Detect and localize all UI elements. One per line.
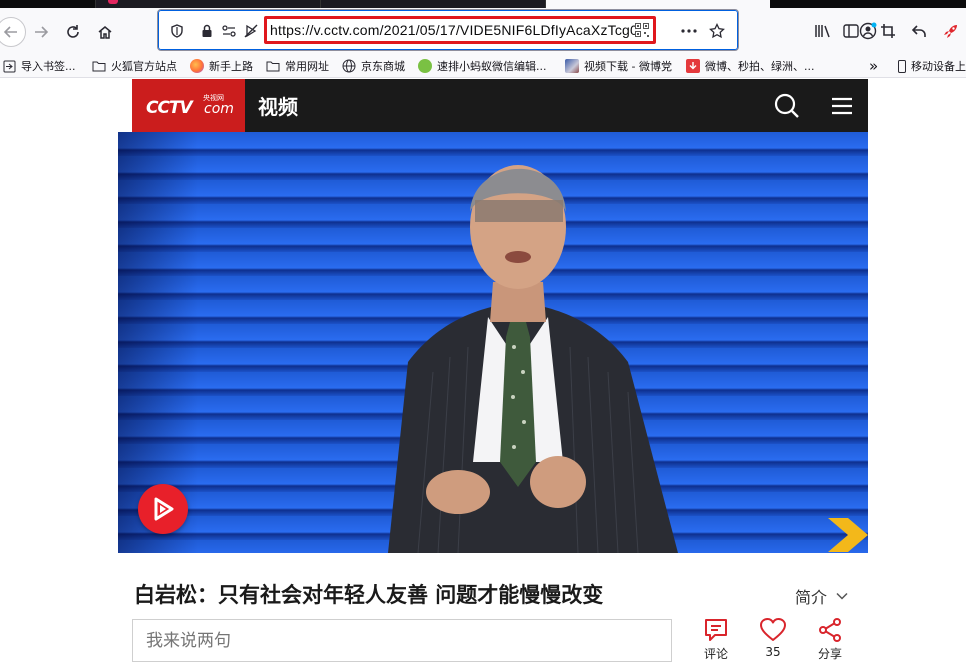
comment-input-box[interactable] [132,619,672,662]
bookmark-import[interactable]: 导入书签... [2,57,76,75]
ant-icon [418,59,432,73]
bookmarks-toolbar: 导入书签... 火狐官方站点 新手上路 常用网址 京东商城 速排小蚂蚁微信编辑.… [0,54,966,78]
menu-button[interactable] [827,91,857,121]
search-icon [774,93,799,118]
back-arrow-icon [3,26,17,38]
navigation-toolbar: https://v.cctv.com/2021/05/17/VIDE5NIF6L… [0,8,966,54]
site-icon [565,59,579,73]
bookmark-mobile[interactable]: 移动设备上 [897,57,966,75]
chevron-double-right-icon: » [869,57,879,75]
bookmark-star-icon[interactable] [708,22,726,40]
forward-arrow-icon [35,26,49,38]
undo-close-button[interactable] [906,18,932,44]
bookmark-label: 新手上路 [209,60,253,73]
comment-icon [705,619,727,641]
bookmarks-overflow-button[interactable]: » [869,57,878,75]
bookmark-getting-started[interactable]: 新手上路 [190,57,253,75]
url-bar[interactable]: https://v.cctv.com/2021/05/17/VIDE5NIF6L… [157,9,739,51]
intro-label: 简介 [795,588,828,607]
search-button[interactable] [772,91,802,121]
browser-tab[interactable] [320,0,545,8]
shield-icon[interactable] [168,22,186,40]
bookmark-weibo[interactable]: 微博、秒拍、绿洲、... [686,57,815,75]
bookmark-label: 常用网址 [285,60,329,73]
browser-tab[interactable] [95,0,320,8]
bookmark-label: 火狐官方站点 [111,60,177,73]
tab-strip [0,0,966,8]
reload-button[interactable] [60,19,86,45]
bookmark-common-sites[interactable]: 常用网址 [266,57,329,75]
play-icon [154,497,174,521]
lock-icon[interactable] [198,22,216,40]
logo-com-text: com [204,101,234,117]
globe-icon [342,59,356,73]
bookmark-label: 京东商城 [361,60,405,73]
share-button[interactable]: 分享 [808,617,852,662]
extension-button[interactable] [938,18,964,44]
screenshot-button[interactable] [875,18,901,44]
like-button[interactable]: 35 [751,617,795,659]
home-button[interactable] [92,19,118,45]
bookmark-label: 微博、秒拍、绿洲、... [705,60,815,73]
heart-icon [760,618,786,641]
comment-input[interactable] [133,620,671,661]
download-icon [686,59,700,73]
library-button-spacer [811,18,837,44]
url-highlight-annotation: https://v.cctv.com/2021/05/17/VIDE5NIF6L… [264,16,656,44]
intro-toggle[interactable]: 简介 [795,584,849,608]
site-header: CCTV 央视网 com 视频 [132,79,868,132]
like-count: 35 [765,645,781,659]
page-actions-icon[interactable] [680,22,698,40]
channel-play-badge[interactable] [138,484,188,534]
hamburger-menu-icon [832,97,852,115]
bookmark-jd[interactable]: 京东商城 [342,57,405,75]
bookmark-label: 移动设备上 [911,60,966,73]
video-player[interactable] [118,132,868,553]
import-icon [2,59,16,73]
bookmark-label: 视频下载 - 微博党 [584,60,672,73]
web-page: CCTV 央视网 com 视频 白岩松：只有社会对年轻人友善 问题才能慢慢改变 … [0,79,966,663]
permissions-icon[interactable] [220,22,238,40]
browser-tab-active[interactable] [545,0,770,8]
undo-icon [911,25,926,37]
comment-button[interactable]: 评论 [694,617,738,662]
section-title[interactable]: 视频 [258,91,298,120]
autoplay-blocked-icon[interactable] [242,22,260,40]
comment-label: 评论 [703,647,728,661]
bookmark-label: 速排小蚂蚁微信编辑... [437,60,547,73]
rocket-icon [944,25,957,38]
mobile-device-icon [897,59,906,73]
home-icon [98,26,112,39]
video-title: 白岩松：只有社会对年轻人友善 问题才能慢慢改变 [134,583,604,607]
folder-icon [266,59,280,73]
chevron-right-icon [828,518,868,552]
folder-icon [92,59,106,73]
firefox-icon [190,59,204,73]
qr-code-icon[interactable] [635,23,649,37]
back-button[interactable] [0,17,26,47]
site-logo[interactable]: CCTV 央视网 com [132,79,245,132]
url-text[interactable]: https://v.cctv.com/2021/05/17/VIDE5NIF6L… [270,22,636,38]
presenter-figure [388,165,678,553]
reload-icon [67,25,79,38]
share-label: 分享 [817,647,842,661]
bookmark-video-download[interactable]: 视频下载 - 微博党 [565,57,672,75]
bookmark-wechat-editor[interactable]: 速排小蚂蚁微信编辑... [418,57,547,75]
share-icon [819,618,841,642]
forward-button[interactable] [28,19,54,45]
bookmark-label: 导入书签... [21,60,76,73]
bookmark-firefox-site[interactable]: 火狐官方站点 [92,57,177,75]
chevron-down-icon [836,592,848,600]
crop-icon [881,24,895,38]
logo-main-text: CCTV [146,98,193,118]
